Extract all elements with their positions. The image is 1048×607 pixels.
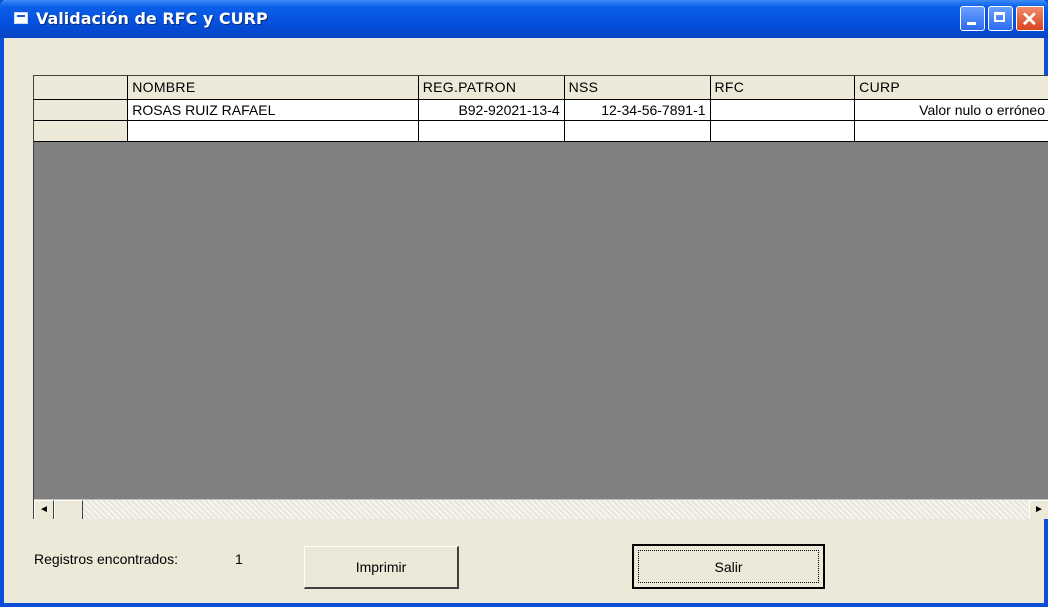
cell-reg-patron[interactable] <box>418 120 565 142</box>
exit-button[interactable]: Salir <box>632 544 825 589</box>
horizontal-scrollbar[interactable]: ◄ ► <box>34 499 1048 519</box>
close-button[interactable]: ✕ <box>1016 6 1044 31</box>
main-window: Validación de RFC y CURP ✕ NOMBRE REG.PA… <box>0 0 1048 607</box>
minimize-button[interactable] <box>960 6 985 31</box>
column-header-rfc[interactable]: RFC <box>710 76 856 100</box>
cell-nombre[interactable] <box>127 120 419 142</box>
maximize-button[interactable] <box>988 6 1013 31</box>
scroll-right-icon[interactable]: ► <box>1029 500 1048 519</box>
table-row[interactable]: ROSAS RUIZ RAFAEL B92-92021-13-4 12-34-5… <box>34 99 1048 121</box>
window-title: Validación de RFC y CURP <box>36 9 268 28</box>
records-found-label: Registros encontrados: <box>34 551 178 567</box>
cell-curp[interactable] <box>854 120 1048 142</box>
title-bar[interactable]: Validación de RFC y CURP ✕ <box>0 0 1048 38</box>
cell-rfc[interactable] <box>710 120 856 142</box>
cell-nombre[interactable]: ROSAS RUIZ RAFAEL <box>127 99 419 121</box>
close-icon: ✕ <box>1021 9 1038 31</box>
row-header[interactable] <box>34 120 129 142</box>
records-found-count: 1 <box>235 551 243 567</box>
row-header[interactable] <box>34 99 129 121</box>
column-header-nss[interactable]: NSS <box>564 76 711 100</box>
scroll-left-icon[interactable]: ◄ <box>34 500 54 519</box>
column-header-reg-patron[interactable]: REG.PATRON <box>418 76 565 100</box>
cell-nss[interactable] <box>564 120 711 142</box>
cell-reg-patron[interactable]: B92-92021-13-4 <box>418 99 565 121</box>
header-row: NOMBRE REG.PATRON NSS RFC CURP <box>34 76 1048 100</box>
column-header-nombre[interactable]: NOMBRE <box>127 76 419 100</box>
cell-nss[interactable]: 12-34-56-7891-1 <box>564 99 711 121</box>
results-grid[interactable]: NOMBRE REG.PATRON NSS RFC CURP ROSAS RUI… <box>33 75 1048 519</box>
corner-cell <box>34 76 129 100</box>
results-table: NOMBRE REG.PATRON NSS RFC CURP ROSAS RUI… <box>34 76 1048 142</box>
table-row[interactable] <box>34 120 1048 142</box>
cell-curp[interactable]: Valor nulo o erróneo <box>854 99 1048 121</box>
cell-rfc[interactable] <box>710 99 856 121</box>
focus-rectangle <box>638 550 819 583</box>
print-button[interactable]: Imprimir <box>304 546 459 589</box>
column-header-curp[interactable]: CURP <box>854 76 1048 100</box>
window-icon <box>14 12 28 24</box>
scroll-thumb[interactable] <box>54 500 83 519</box>
